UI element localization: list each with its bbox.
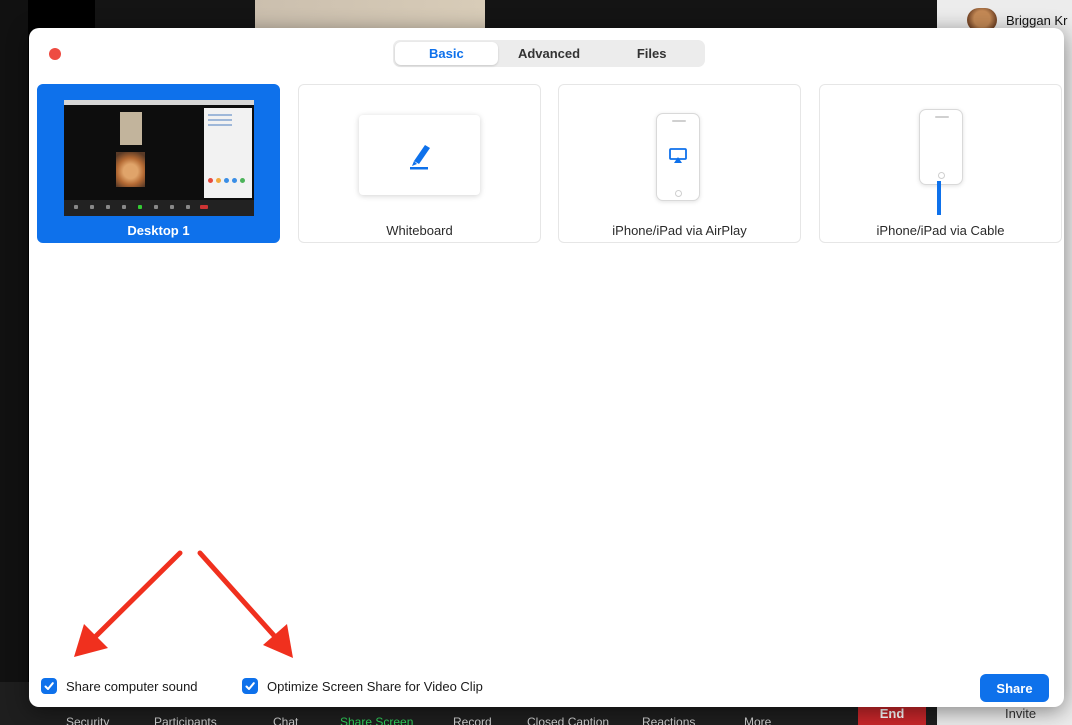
end-meeting-button[interactable]: End <box>858 704 926 725</box>
tab-basic[interactable]: Basic <box>395 42 498 65</box>
share-option-label: iPhone/iPad via Cable <box>876 223 1005 238</box>
phone-outline <box>656 113 700 201</box>
toolbar-share-screen[interactable]: Share Screen <box>340 715 413 725</box>
participant-video <box>255 0 485 30</box>
cable-icon <box>937 181 941 215</box>
share-option-label: Whiteboard <box>386 223 453 238</box>
toolbar-more[interactable]: More <box>744 715 771 725</box>
airplay-icon <box>669 148 687 163</box>
tab-advanced[interactable]: Advanced <box>498 42 601 65</box>
toolbar-chat[interactable]: Chat <box>273 715 298 725</box>
toolbar-record[interactable]: Record <box>453 715 492 725</box>
share-option-airplay[interactable]: iPhone/iPad via AirPlay <box>558 84 801 243</box>
checkbox-label: Share computer sound <box>66 678 198 694</box>
toolbar-closed-caption[interactable]: Closed Caption <box>527 715 609 725</box>
desktop-thumbnail <box>64 100 254 216</box>
share-option-desktop[interactable]: Desktop 1 <box>37 84 280 243</box>
toolbar-reactions[interactable]: Reactions <box>642 715 695 725</box>
tab-files[interactable]: Files <box>600 42 703 65</box>
share-option-label: iPhone/iPad via AirPlay <box>612 223 747 238</box>
share-button[interactable]: Share <box>980 674 1049 702</box>
invite-button[interactable]: Invite <box>1005 706 1036 721</box>
meeting-video-strip <box>95 0 937 30</box>
optimize-video-clip-checkbox[interactable]: Optimize Screen Share for Video Clip <box>242 678 483 694</box>
close-button[interactable] <box>49 48 61 60</box>
pen-icon <box>410 145 430 170</box>
toolbar-security[interactable]: Security <box>66 715 109 725</box>
checkbox-checked-icon[interactable] <box>41 678 57 694</box>
checkbox-checked-icon[interactable] <box>242 678 258 694</box>
share-screen-dialog: Basic Advanced Files Desktop 1 Whiteboar… <box>29 28 1064 707</box>
toolbar-participants[interactable]: Participants <box>154 715 217 725</box>
phone-outline <box>919 109 963 185</box>
share-computer-sound-checkbox[interactable]: Share computer sound <box>41 678 198 694</box>
participant-name: Briggan Kr <box>1006 12 1068 28</box>
whiteboard-card <box>359 115 480 195</box>
share-option-whiteboard[interactable]: Whiteboard <box>298 84 541 243</box>
checkbox-label: Optimize Screen Share for Video Clip <box>267 678 483 694</box>
share-option-label: Desktop 1 <box>127 223 190 238</box>
share-option-cable[interactable]: iPhone/iPad via Cable <box>819 84 1062 243</box>
share-tabs: Basic Advanced Files <box>393 40 705 67</box>
meeting-video-area <box>0 0 28 725</box>
